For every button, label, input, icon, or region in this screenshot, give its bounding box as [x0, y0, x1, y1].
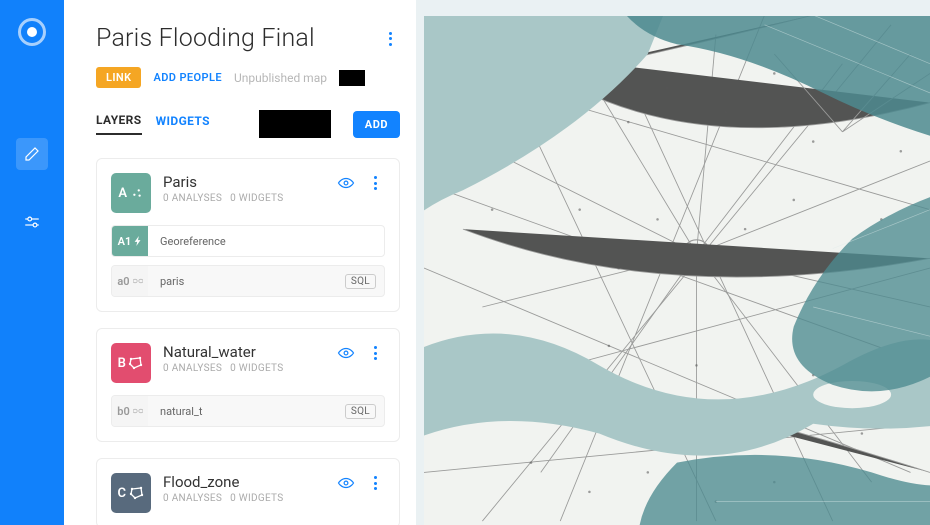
eye-icon	[337, 174, 355, 192]
eye-icon	[337, 474, 355, 492]
polygon-icon	[128, 355, 144, 371]
title-menu-button[interactable]	[380, 29, 400, 49]
layer-badge: C	[111, 473, 151, 513]
source-row[interactable]: b0 natural_t SQL	[111, 395, 385, 427]
link-icon	[133, 277, 143, 285]
layer-letter: C	[118, 486, 127, 501]
source-label: natural_t	[148, 405, 345, 418]
redacted-block	[339, 70, 365, 86]
chip-label: b0	[117, 405, 129, 418]
add-layer-button[interactable]: ADD	[353, 111, 400, 138]
tab-layers[interactable]: LAYERS	[96, 113, 142, 135]
analysis-label: Georeference	[148, 235, 384, 248]
analysis-chip: A1	[112, 226, 148, 256]
layer-name: Natural_water	[163, 343, 337, 361]
layer-menu-button[interactable]	[365, 473, 385, 493]
map-canvas	[424, 16, 930, 525]
kebab-icon	[374, 346, 377, 360]
layer-visibility-toggle[interactable]	[337, 344, 355, 362]
layer-name: Paris	[163, 173, 337, 191]
layer-menu-button[interactable]	[365, 343, 385, 363]
points-icon	[130, 186, 144, 200]
rail-edit-button[interactable]	[16, 138, 48, 170]
redacted-block	[259, 110, 331, 138]
layer-visibility-toggle[interactable]	[337, 474, 355, 492]
publish-status: Unpublished map	[234, 71, 327, 85]
sql-badge[interactable]: SQL	[345, 274, 376, 289]
layer-menu-button[interactable]	[365, 173, 385, 193]
source-row[interactable]: a0 paris SQL	[111, 265, 385, 297]
layer-widgets-count: 0 WIDGETS	[230, 363, 283, 374]
chip-label: A1	[118, 235, 132, 248]
layer-card[interactable]: A Paris 0 ANALYSES 0 WIDGETS	[96, 158, 400, 312]
layer-card[interactable]: B Natural_water 0 ANALYSES 0 WIDGETS	[96, 328, 400, 442]
source-label: paris	[148, 275, 345, 288]
tab-widgets[interactable]: WIDGETS	[156, 114, 210, 134]
add-people-button[interactable]: ADD PEOPLE	[153, 71, 221, 84]
eye-icon	[337, 344, 355, 362]
kebab-icon	[374, 176, 377, 190]
layer-card[interactable]: C Flood_zone 0 ANALYSES 0 WIDGETS	[96, 458, 400, 525]
share-link-pill[interactable]: LINK	[96, 67, 141, 88]
chip-label: a0	[117, 275, 129, 288]
source-chip: a0	[112, 266, 148, 296]
map-viewport[interactable]	[416, 0, 930, 525]
kebab-icon	[389, 32, 392, 46]
layer-letter: A	[118, 186, 127, 201]
layer-badge: B	[111, 343, 151, 383]
map-title[interactable]: Paris Flooding Final	[96, 24, 315, 53]
layer-visibility-toggle[interactable]	[337, 174, 355, 192]
sliders-icon	[23, 213, 41, 231]
rail-settings-button[interactable]	[16, 206, 48, 238]
layer-widgets-count: 0 WIDGETS	[230, 193, 283, 204]
layer-letter: B	[118, 356, 127, 371]
link-icon	[133, 407, 143, 415]
layer-analyses-count: 0 ANALYSES	[163, 363, 222, 374]
sql-badge[interactable]: SQL	[345, 404, 376, 419]
layer-widgets-count: 0 WIDGETS	[230, 493, 283, 504]
layer-analyses-count: 0 ANALYSES	[163, 193, 222, 204]
layer-name: Flood_zone	[163, 473, 337, 491]
layer-analyses-count: 0 ANALYSES	[163, 493, 222, 504]
side-panel: Paris Flooding Final LINK ADD PEOPLE Unp…	[64, 0, 416, 525]
kebab-icon	[374, 476, 377, 490]
analysis-row[interactable]: A1 Georeference	[111, 225, 385, 257]
polygon-icon	[129, 485, 145, 501]
app-logo	[18, 18, 46, 46]
layer-badge: A	[111, 173, 151, 213]
left-rail	[0, 0, 64, 525]
bolt-icon	[134, 236, 142, 246]
source-chip: b0	[112, 396, 148, 426]
pencil-icon	[23, 145, 41, 163]
